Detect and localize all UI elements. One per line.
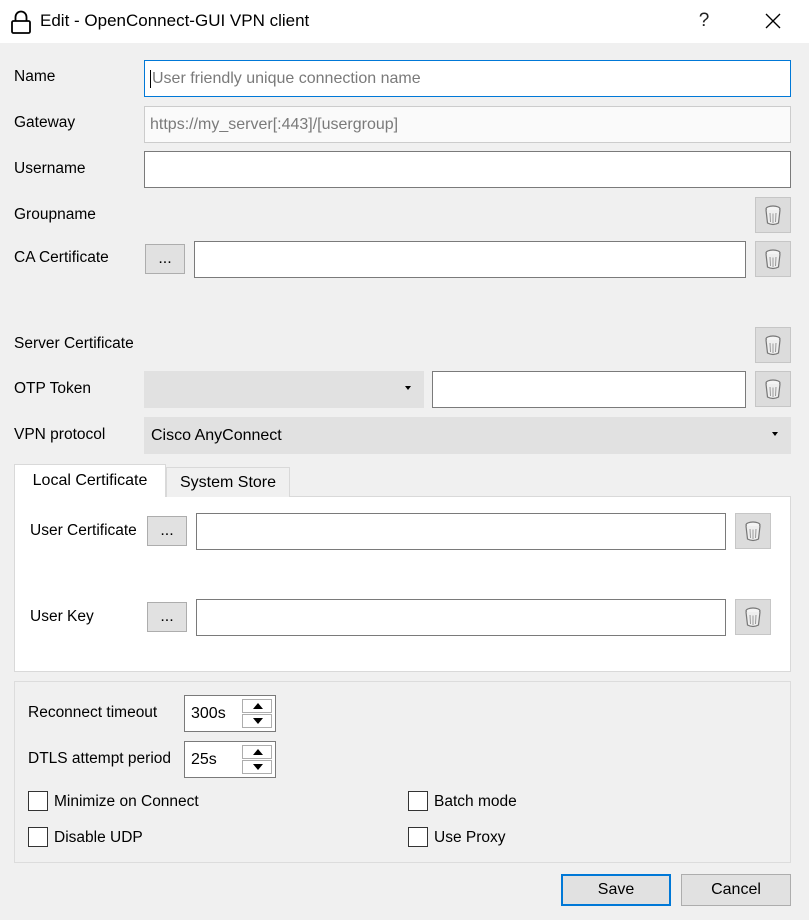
use-proxy-label: Use Proxy [434,829,506,846]
user-certificate-input[interactable] [196,513,726,550]
lock-icon [11,10,31,34]
spin-up-icon[interactable] [242,699,272,713]
user-key-input[interactable] [196,599,726,636]
user-certificate-clear-button[interactable] [735,513,771,549]
batch-mode-checkbox[interactable] [408,791,428,811]
reconnect-timeout-spinbox[interactable]: 300s [184,695,276,732]
batch-mode-label: Batch mode [434,793,517,810]
spin-down-icon[interactable] [242,714,272,728]
ca-certificate-browse-button[interactable]: ... [145,244,185,274]
trash-icon [765,205,781,226]
vpn-protocol-select[interactable]: Cisco AnyConnect [144,417,791,454]
disable-udp-checkbox[interactable] [28,827,48,847]
otp-token-label: OTP Token [14,380,91,397]
groupname-clear-button[interactable] [755,197,791,233]
name-placeholder: User friendly unique connection name [152,69,421,87]
minimize-on-connect-label: Minimize on Connect [54,793,199,810]
name-input[interactable]: User friendly unique connection name [144,60,791,97]
server-certificate-clear-button[interactable] [755,327,791,363]
window-title: Edit - OpenConnect-GUI VPN client [40,11,310,30]
text-caret [150,69,151,88]
gateway-placeholder: https://my_server[:443]/[usergroup] [150,115,399,133]
trash-icon [765,249,781,270]
gateway-input[interactable]: https://my_server[:443]/[usergroup] [144,106,791,143]
name-label: Name [14,68,56,85]
dtls-attempt-period-label: DTLS attempt period [28,750,172,767]
tab-system-store[interactable]: System Store [166,467,290,497]
otp-token-clear-button[interactable] [755,371,791,407]
dropdown-arrow-icon [405,386,411,390]
trash-icon [765,379,781,400]
username-input[interactable] [144,151,791,188]
dtls-attempt-period-spinbox[interactable]: 25s [184,741,276,778]
cancel-button[interactable]: Cancel [681,874,791,906]
dropdown-arrow-icon [772,432,778,436]
trash-icon [745,607,761,628]
otp-token-select[interactable] [144,371,424,408]
user-certificate-label: User Certificate [30,522,137,539]
save-button[interactable]: Save [561,874,671,906]
disable-udp-label: Disable UDP [54,829,143,846]
ca-certificate-clear-button[interactable] [755,241,791,277]
user-key-label: User Key [30,608,94,625]
user-certificate-browse-button[interactable]: ... [147,516,187,546]
server-certificate-label: Server Certificate [14,335,134,352]
dtls-attempt-period-value: 25s [191,751,217,768]
user-key-browse-button[interactable]: ... [147,602,187,632]
trash-icon [745,521,761,542]
groupname-label: Groupname [14,206,96,223]
vpn-protocol-label: VPN protocol [14,426,106,443]
user-key-clear-button[interactable] [735,599,771,635]
help-button[interactable]: ? [684,2,724,40]
reconnect-timeout-value: 300s [191,705,226,722]
minimize-on-connect-checkbox[interactable] [28,791,48,811]
spin-up-icon[interactable] [242,745,272,759]
close-icon[interactable] [748,2,798,40]
gateway-label: Gateway [14,114,76,131]
tab-local-certificate[interactable]: Local Certificate [14,464,166,497]
use-proxy-checkbox[interactable] [408,827,428,847]
spin-down-icon[interactable] [242,760,272,774]
reconnect-timeout-label: Reconnect timeout [28,704,158,721]
trash-icon [765,335,781,356]
otp-token-input[interactable] [432,371,746,408]
ca-certificate-input[interactable] [194,241,746,278]
username-label: Username [14,160,86,177]
ca-certificate-label: CA Certificate [14,249,109,266]
vpn-protocol-selected: Cisco AnyConnect [151,426,282,444]
